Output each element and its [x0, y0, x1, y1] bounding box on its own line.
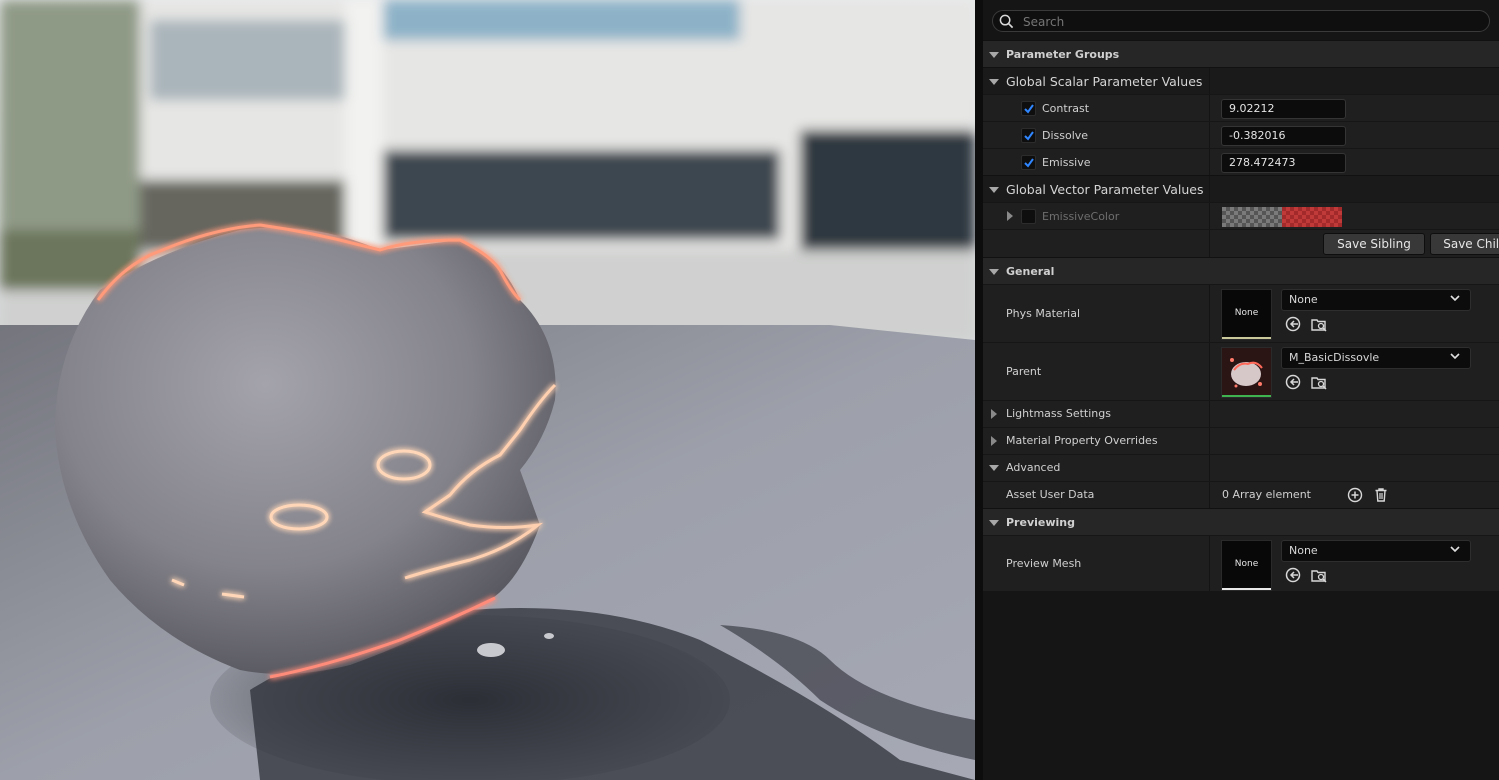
category-previewing[interactable]: Previewing — [983, 508, 1499, 535]
search-box[interactable] — [992, 10, 1490, 32]
property-label: Parent — [1006, 365, 1042, 378]
browse-asset-icon[interactable] — [1311, 316, 1327, 332]
details-panel: Parameter Groups Global Scalar Parameter… — [983, 0, 1499, 780]
section-label: Material Property Overrides — [1006, 434, 1158, 447]
param-row-dissolve: Dissolve -0.382016 — [983, 121, 1499, 148]
property-parent: Parent M_BasicDissovle — [983, 342, 1499, 400]
param-enable-checkbox[interactable] — [1021, 209, 1036, 224]
asset-thumbnail[interactable]: None — [1221, 540, 1272, 591]
save-child-button[interactable]: Save Child — [1430, 233, 1499, 255]
section-lightmass-settings[interactable]: Lightmass Settings — [983, 400, 1499, 427]
expand-arrow-icon[interactable] — [1007, 211, 1013, 221]
dropdown-value: None — [1289, 293, 1318, 306]
save-sibling-button[interactable]: Save Sibling — [1323, 233, 1425, 255]
preview-mesh-dropdown[interactable]: None — [1281, 540, 1471, 562]
param-row-emissivecolor: EmissiveColor — [983, 202, 1499, 229]
check-icon — [1024, 158, 1034, 168]
category-parameter-groups[interactable]: Parameter Groups — [983, 40, 1499, 67]
param-value-field[interactable]: 9.02212 — [1221, 99, 1346, 119]
expand-arrow-icon[interactable] — [991, 436, 997, 446]
param-name: Dissolve — [1042, 129, 1089, 142]
browse-asset-icon[interactable] — [1311, 374, 1327, 390]
material-preview-icon — [1222, 348, 1271, 395]
panel-splitter[interactable] — [975, 0, 983, 780]
param-value-field[interactable]: 278.472473 — [1221, 153, 1346, 173]
category-label: Previewing — [1006, 516, 1075, 529]
param-row-contrast: Contrast 9.02212 — [983, 94, 1499, 121]
phys-material-dropdown[interactable]: None — [1281, 289, 1471, 311]
category-label: Parameter Groups — [1006, 48, 1120, 61]
param-name: EmissiveColor — [1042, 210, 1120, 223]
section-label: Lightmass Settings — [1006, 407, 1111, 420]
color-swatch[interactable] — [1222, 207, 1342, 227]
use-selected-asset-icon[interactable] — [1285, 316, 1301, 332]
array-count: 0 Array element — [1222, 488, 1311, 501]
collapse-arrow-icon[interactable] — [989, 79, 999, 85]
param-enable-checkbox[interactable] — [1021, 101, 1036, 116]
group-label: Global Vector Parameter Values — [1006, 182, 1204, 197]
use-selected-asset-icon[interactable] — [1285, 567, 1301, 583]
collapse-arrow-icon[interactable] — [989, 269, 999, 275]
chevron-down-icon — [1450, 546, 1460, 553]
property-asset-user-data: Asset User Data 0 Array element — [983, 481, 1499, 508]
parent-material-thumbnail[interactable] — [1221, 347, 1272, 398]
thumbnail-caption: None — [1234, 308, 1259, 318]
material-preview-viewport[interactable] — [0, 0, 975, 780]
dropdown-value: None — [1289, 544, 1318, 557]
property-label: Preview Mesh — [1006, 557, 1082, 570]
section-advanced[interactable]: Advanced — [983, 454, 1499, 481]
dropdown-value: M_BasicDissovle — [1289, 351, 1380, 364]
param-enable-checkbox[interactable] — [1021, 128, 1036, 143]
param-row-emissive: Emissive 278.472473 — [983, 148, 1499, 175]
group-global-vector[interactable]: Global Vector Parameter Values — [983, 175, 1499, 202]
save-buttons-row: Save Sibling Save Child — [983, 229, 1499, 257]
collapse-arrow-icon[interactable] — [989, 520, 999, 526]
group-global-scalar[interactable]: Global Scalar Parameter Values — [983, 67, 1499, 94]
panel-empty-area — [983, 591, 1499, 780]
chevron-down-icon — [1450, 353, 1460, 360]
param-enable-checkbox[interactable] — [1021, 155, 1036, 170]
property-phys-material: Phys Material None None — [983, 284, 1499, 342]
expand-arrow-icon[interactable] — [991, 409, 997, 419]
param-name: Contrast — [1042, 102, 1090, 115]
collapse-arrow-icon[interactable] — [989, 52, 999, 58]
asset-thumbnail[interactable]: None — [1221, 289, 1272, 340]
property-preview-mesh: Preview Mesh None None — [983, 535, 1499, 591]
property-label: Asset User Data — [1006, 488, 1095, 501]
category-label: General — [1006, 265, 1055, 278]
param-name: Emissive — [1042, 156, 1091, 169]
preview-scene — [0, 0, 975, 780]
thumbnail-caption: None — [1234, 559, 1259, 569]
check-icon — [1024, 131, 1034, 141]
property-label: Phys Material — [1006, 307, 1081, 320]
group-label: Global Scalar Parameter Values — [1006, 74, 1203, 89]
use-selected-asset-icon[interactable] — [1285, 374, 1301, 390]
collapse-arrow-icon[interactable] — [989, 187, 999, 193]
browse-asset-icon[interactable] — [1311, 567, 1327, 583]
search-icon — [999, 14, 1014, 29]
add-element-icon[interactable] — [1347, 487, 1363, 503]
category-general[interactable]: General — [983, 257, 1499, 284]
trash-icon[interactable] — [1373, 487, 1389, 503]
param-value-field[interactable]: -0.382016 — [1221, 126, 1346, 146]
check-icon — [1024, 104, 1034, 114]
search-input[interactable] — [1021, 12, 1465, 32]
section-label: Advanced — [1006, 461, 1061, 474]
chevron-down-icon — [1450, 295, 1460, 302]
parent-material-dropdown[interactable]: M_BasicDissovle — [1281, 347, 1471, 369]
collapse-arrow-icon[interactable] — [989, 465, 999, 471]
color-swatch-graphic — [1222, 207, 1342, 227]
section-material-property-overrides[interactable]: Material Property Overrides — [983, 427, 1499, 454]
